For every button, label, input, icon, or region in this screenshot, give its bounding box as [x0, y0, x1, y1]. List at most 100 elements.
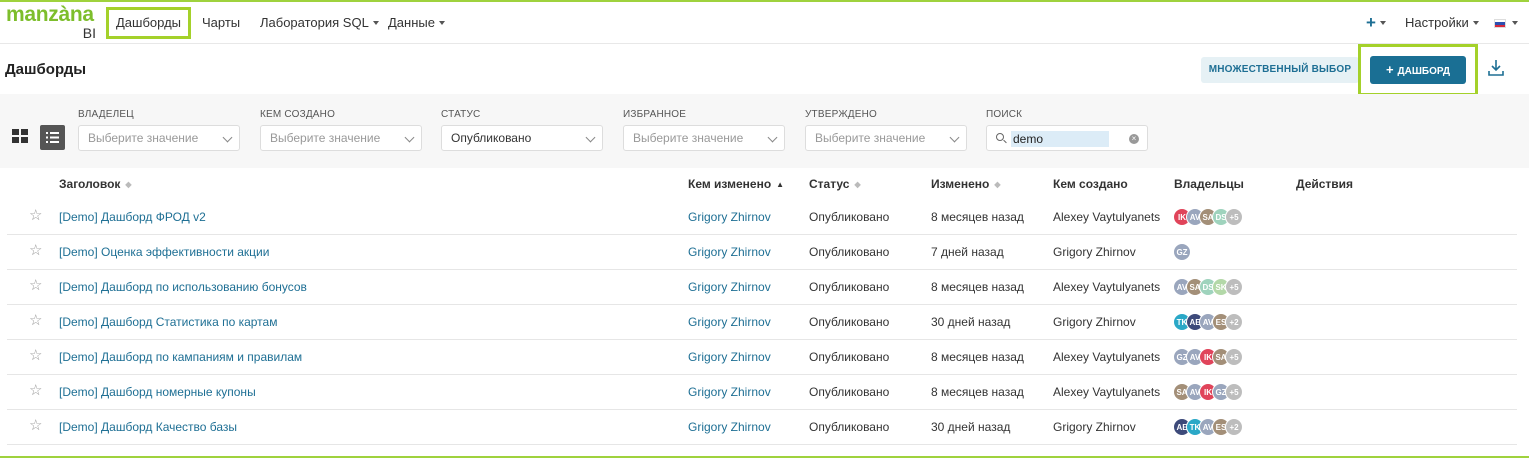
filter-bar: ВЛАДЕЛЕЦ Выберите значение КЕМ СОЗДАНО В…: [0, 94, 1529, 168]
created-by-cell: Alexey Vaytulyanets: [1053, 210, 1161, 224]
column-title-label: Заголовок: [59, 177, 121, 191]
search-input[interactable]: demo ×: [986, 125, 1148, 151]
dashboard-title-link[interactable]: [Demo] Дашборд ФРОД v2: [59, 210, 206, 224]
logo-word: manzàna: [6, 3, 94, 26]
owner-avatar[interactable]: +2: [1225, 418, 1243, 436]
owner-avatar[interactable]: GZ: [1173, 243, 1191, 261]
caret-down-icon[interactable]: [1512, 21, 1518, 25]
chevron-down-icon: [585, 132, 596, 143]
list-view-button[interactable]: [40, 125, 65, 150]
sort-icon: ◆: [854, 180, 861, 189]
table-row: ☆ [Demo] Дашборд Качество базы Grigory Zhi…: [7, 410, 1517, 445]
owner-avatar[interactable]: +5: [1225, 208, 1243, 226]
new-dashboard-label: ДАШБОРД: [1397, 66, 1451, 77]
created-by-cell: Alexey Vaytulyanets: [1053, 350, 1161, 364]
column-status[interactable]: Статус ◆: [809, 177, 861, 191]
column-owners: Владельцы: [1174, 177, 1244, 191]
status-cell: Опубликовано: [809, 385, 890, 399]
page-title: Дашборды: [5, 61, 87, 78]
caret-down-icon: [372, 20, 379, 25]
owner-avatar[interactable]: +5: [1225, 383, 1243, 401]
dashboard-title-link[interactable]: [Demo] Дашборд номерные купоны: [59, 385, 256, 399]
chevron-down-icon: [404, 132, 415, 143]
modified-by-link[interactable]: Grigory Zhirnov: [688, 385, 771, 399]
modified-by-link[interactable]: Grigory Zhirnov: [688, 315, 771, 329]
nav-charts-label: Чарты: [202, 15, 241, 30]
nav-settings-label: Настройки: [1405, 15, 1469, 30]
dashboard-title-link[interactable]: [Demo] Дашборд Качество базы: [59, 420, 237, 434]
chevron-down-icon: [222, 132, 233, 143]
chevron-down-icon: [767, 132, 778, 143]
filter-owner-select[interactable]: Выберите значение: [78, 125, 240, 151]
modified-by-link[interactable]: Grigory Zhirnov: [688, 280, 771, 294]
caret-down-icon: [438, 20, 445, 25]
nav-sql-lab[interactable]: Лаборатория SQL: [260, 2, 379, 44]
modified-by-link[interactable]: Grigory Zhirnov: [688, 210, 771, 224]
nav-data-label: Данные: [388, 15, 435, 30]
dashboard-title-link[interactable]: [Demo] Оценка эффективности акции: [59, 245, 269, 259]
favorite-star-icon[interactable]: ☆: [29, 242, 42, 260]
favorite-star-icon[interactable]: ☆: [29, 277, 42, 295]
new-menu-plus[interactable]: +: [1366, 2, 1386, 44]
filter-owner-label: ВЛАДЕЛЕЦ: [78, 109, 134, 120]
favorite-star-icon[interactable]: ☆: [29, 207, 42, 225]
multi-select-button[interactable]: МНОЖЕСТВЕННЫЙ ВЫБОР: [1201, 57, 1359, 83]
modified-by-link[interactable]: Grigory Zhirnov: [688, 350, 771, 364]
chevron-down-icon: [949, 132, 960, 143]
owner-avatar[interactable]: +5: [1225, 278, 1243, 296]
search-icon: [996, 133, 1004, 141]
created-by-cell: Alexey Vaytulyanets: [1053, 385, 1161, 399]
owner-avatar[interactable]: +5: [1225, 348, 1243, 366]
russian-flag-icon[interactable]: [1494, 19, 1506, 28]
filter-approved-value: Выберите значение: [815, 131, 926, 145]
created-by-cell: Grigory Zhirnov: [1053, 420, 1136, 434]
favorite-star-icon[interactable]: ☆: [29, 347, 42, 365]
modified-cell: 8 месяцев назад: [931, 210, 1024, 224]
table-row: ☆ [Demo] Дашборд Статистика по картам Grig…: [7, 305, 1517, 340]
status-cell: Опубликовано: [809, 350, 890, 364]
nav-dashboards[interactable]: Дашборды: [106, 7, 191, 39]
column-modified-by[interactable]: Кем изменено ▲: [688, 177, 784, 191]
table-row: ☆ [Demo] Дашборд ФРОД v2 Grigory Zhirnov Оп…: [7, 200, 1517, 235]
dashboard-title-link[interactable]: [Demo] Дашборд по использованию бонусов: [59, 280, 307, 294]
filter-created-by-select[interactable]: Выберите значение: [260, 125, 422, 151]
caret-down-icon: [1472, 20, 1479, 25]
favorite-star-icon[interactable]: ☆: [29, 382, 42, 400]
favorite-star-icon[interactable]: ☆: [29, 312, 42, 330]
filter-status-select[interactable]: Опубликовано: [441, 125, 603, 151]
dashboard-title-link[interactable]: [Demo] Дашборд по кампаниям и правилам: [59, 350, 302, 364]
status-cell: Опубликовано: [809, 420, 890, 434]
app-logo[interactable]: manzàna BI: [6, 3, 100, 43]
nav-settings[interactable]: Настройки: [1405, 2, 1479, 44]
download-icon[interactable]: [1487, 58, 1505, 78]
owner-avatar[interactable]: +2: [1225, 313, 1243, 331]
modified-cell: 30 дней назад: [931, 315, 1011, 329]
nav-data[interactable]: Данные: [388, 2, 445, 44]
created-by-cell: Grigory Zhirnov: [1053, 315, 1136, 329]
filter-favorite-select[interactable]: Выберите значение: [623, 125, 785, 151]
modified-by-link[interactable]: Grigory Zhirnov: [688, 420, 771, 434]
column-title[interactable]: Заголовок ◆: [59, 177, 132, 191]
nav-charts[interactable]: Чарты: [202, 2, 240, 44]
favorite-star-icon[interactable]: ☆: [29, 417, 42, 435]
column-modified-by-label: Кем изменено: [688, 177, 772, 191]
column-modified[interactable]: Изменено ◆: [931, 177, 1001, 191]
status-cell: Опубликовано: [809, 315, 890, 329]
filter-status-label: СТАТУС: [441, 109, 481, 120]
search-value: demo: [1011, 131, 1109, 147]
status-cell: Опубликовано: [809, 210, 890, 224]
modified-cell: 8 месяцев назад: [931, 350, 1024, 364]
card-view-icon[interactable]: [12, 129, 28, 143]
created-by-cell: Grigory Zhirnov: [1053, 245, 1136, 259]
top-navbar: manzàna BI Дашборды Чарты Лаборатория SQ…: [0, 2, 1529, 44]
filter-favorite-value: Выберите значение: [633, 131, 744, 145]
filter-status-value: Опубликовано: [451, 131, 532, 145]
modified-by-link[interactable]: Grigory Zhirnov: [688, 245, 771, 259]
new-dashboard-button[interactable]: + ДАШБОРД: [1370, 56, 1466, 84]
nav-dashboards-label: Дашборды: [116, 15, 181, 30]
dashboard-title-link[interactable]: [Demo] Дашборд Статистика по картам: [59, 315, 277, 329]
clear-icon[interactable]: ×: [1129, 134, 1139, 144]
created-by-cell: Alexey Vaytulyanets: [1053, 280, 1161, 294]
column-created-by: Кем создано: [1053, 177, 1128, 191]
filter-approved-select[interactable]: Выберите значение: [805, 125, 967, 151]
